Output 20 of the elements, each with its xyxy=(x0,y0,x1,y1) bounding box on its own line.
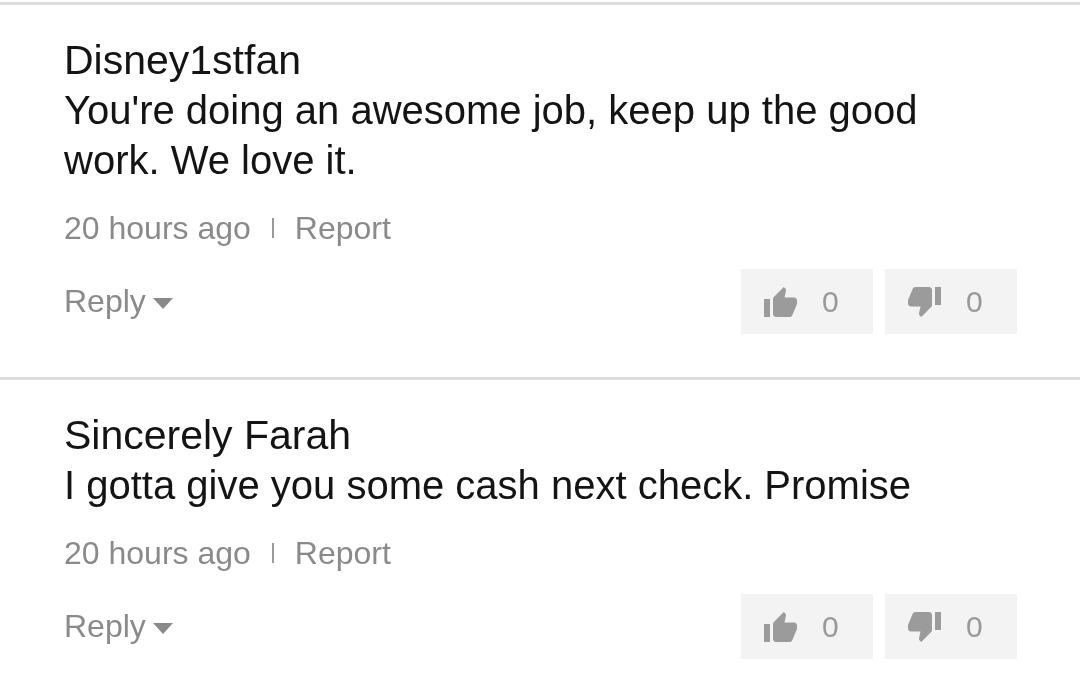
comment-text: You're doing an awesome job, keep up the good work. We love it. xyxy=(64,87,919,184)
caret-icon xyxy=(152,298,173,309)
report-link[interactable]: Report xyxy=(294,534,391,572)
thumbs-down-icon xyxy=(908,286,941,317)
report-link[interactable]: Report xyxy=(294,209,391,247)
reply-button[interactable]: Reply xyxy=(64,283,173,320)
dislike-button[interactable]: 0 xyxy=(885,269,1017,334)
comment-text: I gotta give you some cash next check. Promise xyxy=(64,462,913,509)
reply-button[interactable]: Reply xyxy=(64,608,173,645)
comment-author: Sincerely Farah xyxy=(64,411,353,460)
thumbs-down-icon xyxy=(908,611,941,642)
caret-icon xyxy=(152,623,173,634)
dislike-button[interactable]: 0 xyxy=(885,594,1017,659)
thumbs-up-icon xyxy=(764,286,797,317)
like-button[interactable]: 0 xyxy=(741,269,873,334)
thumbs-up-icon xyxy=(764,611,797,642)
comment-author: Disney1stfan xyxy=(64,36,302,85)
timestamp: 20 hours ago xyxy=(64,209,251,247)
timestamp: 20 hours ago xyxy=(64,534,251,572)
like-button[interactable]: 0 xyxy=(741,594,873,659)
